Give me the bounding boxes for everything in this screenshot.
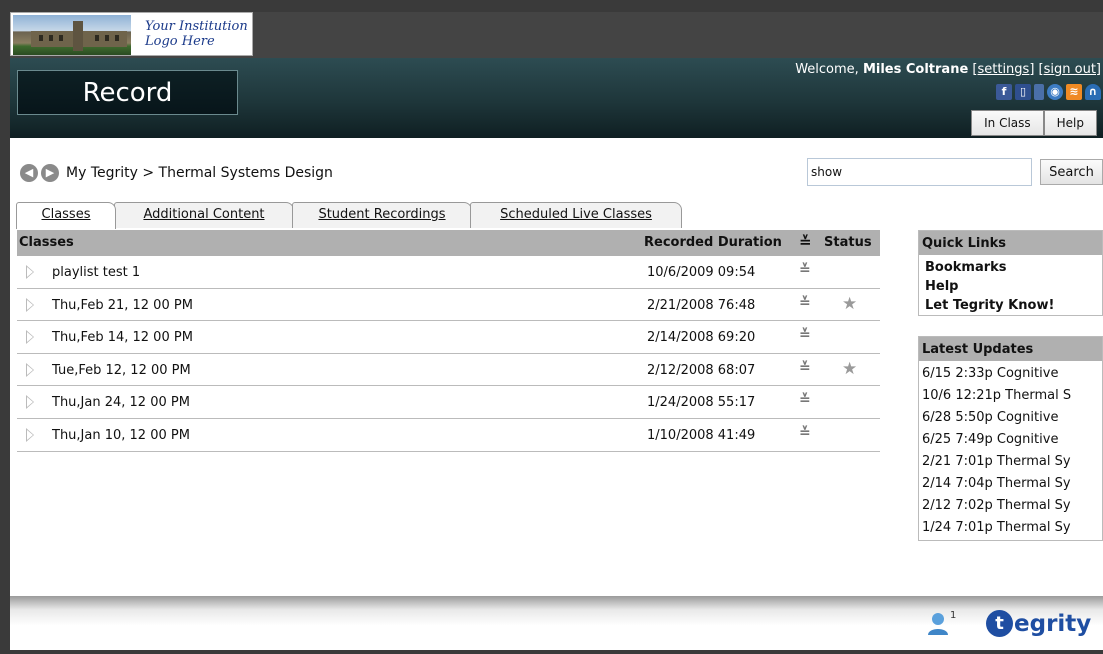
- signout-link[interactable]: [sign out]: [1039, 62, 1101, 77]
- header-recorded-duration[interactable]: Recorded Duration: [644, 235, 782, 250]
- footer: 1 t egrity: [10, 596, 1103, 650]
- header-status[interactable]: Status: [824, 235, 872, 250]
- tab-classes[interactable]: Classes: [16, 202, 116, 229]
- download-icon[interactable]: ≚: [799, 262, 811, 278]
- recorded-duration: 1/10/2008 41:49: [647, 427, 756, 443]
- quick-link-help[interactable]: Help: [919, 277, 1102, 296]
- update-item[interactable]: 6/15 2:33p Cognitive: [919, 363, 1102, 385]
- tegrity-logo-mark: t: [986, 610, 1013, 637]
- update-item[interactable]: 6/28 5:50p Cognitive: [919, 407, 1102, 429]
- download-icon[interactable]: ≚: [799, 425, 811, 441]
- breadcrumb-text[interactable]: My Tegrity > Thermal Systems Design: [66, 165, 333, 181]
- class-title[interactable]: Thu,Jan 24, 12 00 PM: [52, 395, 190, 410]
- mobile-icon[interactable]: [1034, 84, 1044, 100]
- forward-icon[interactable]: ▶: [41, 164, 59, 182]
- star-icon[interactable]: ★: [842, 294, 857, 314]
- search-button[interactable]: Search: [1040, 159, 1103, 185]
- download-icon[interactable]: ≚: [799, 327, 811, 343]
- update-item[interactable]: 1/24 7:01p Thermal Sy: [919, 517, 1102, 539]
- download-icon[interactable]: ≚: [799, 360, 811, 376]
- quick-links-title: Quick Links: [919, 231, 1102, 255]
- expand-icon[interactable]: [26, 395, 34, 410]
- table-row[interactable]: Thu,Jan 10, 12 00 PM 1/10/2008 41:49 ≚: [17, 419, 880, 452]
- download-icon[interactable]: ≚: [799, 392, 811, 408]
- logo-text-line1: Your Institution: [145, 19, 248, 34]
- header-buttons: In Class Help: [971, 110, 1097, 136]
- table-row[interactable]: Thu,Feb 14, 12 00 PM 2/14/2008 69:20 ≚: [17, 321, 880, 354]
- institution-logo: Your Institution Logo Here: [10, 12, 253, 56]
- tab-scheduled-live-classes[interactable]: Scheduled Live Classes: [470, 202, 682, 228]
- recorded-duration: 2/21/2008 76:48: [647, 297, 756, 313]
- update-item[interactable]: 2/12 7:02p Thermal Sy: [919, 495, 1102, 517]
- latest-updates-title: Latest Updates: [919, 337, 1102, 361]
- recorded-duration: 10/6/2009 09:54: [647, 265, 756, 280]
- table-row[interactable]: Tue,Feb 12, 12 00 PM 2/12/2008 68:07 ≚ ★: [17, 354, 880, 387]
- main-content: ◀ ▶ My Tegrity > Thermal Systems Design …: [10, 138, 1103, 596]
- table-body: playlist test 1 10/6/2009 09:54 ≚ Thu,Feb 2…: [17, 256, 880, 452]
- page-title: Record: [17, 70, 238, 115]
- headphones-icon[interactable]: ∩: [1085, 84, 1101, 100]
- logo-photo: [13, 15, 131, 55]
- logo-text: Your Institution Logo Here: [145, 19, 248, 49]
- class-title[interactable]: playlist test 1: [52, 265, 140, 280]
- welcome-prefix: Welcome,: [795, 62, 859, 77]
- star-icon[interactable]: ★: [842, 359, 857, 379]
- breadcrumb: ◀ ▶ My Tegrity > Thermal Systems Design: [20, 164, 333, 182]
- update-item[interactable]: 10/6 12:21p Thermal S: [919, 385, 1102, 407]
- header-band: Record Welcome, Miles Coltrane [settings…: [10, 58, 1103, 138]
- table-row[interactable]: playlist test 1 10/6/2009 09:54 ≚: [17, 256, 880, 289]
- quick-links-panel: Quick Links Bookmarks Help Let Tegrity K…: [918, 230, 1103, 316]
- help-button[interactable]: Help: [1043, 110, 1097, 136]
- class-title[interactable]: Thu,Feb 14, 12 00 PM: [52, 330, 193, 345]
- expand-icon[interactable]: [26, 265, 34, 279]
- class-title[interactable]: Tue,Feb 12, 12 00 PM: [52, 363, 191, 378]
- table-row[interactable]: Thu,Jan 24, 12 00 PM 1/24/2008 55:17 ≚: [17, 386, 880, 419]
- recorded-duration: 2/14/2008 69:20: [647, 330, 756, 346]
- tab-additional-content[interactable]: Additional Content: [114, 202, 294, 228]
- rss-icon[interactable]: ≋: [1066, 84, 1082, 100]
- welcome-text: Welcome, Miles Coltrane [settings] [sign…: [795, 62, 1101, 77]
- logo-text-line2: Logo Here: [145, 34, 215, 49]
- classes-table: Classes Recorded Duration ≚ Status playl…: [17, 230, 880, 452]
- update-item[interactable]: 2/21 7:01p Thermal Sy: [919, 451, 1102, 473]
- download-icon[interactable]: ≚: [799, 295, 811, 311]
- latest-updates-panel: Latest Updates 6/15 2:33p Cognitive 10/6…: [918, 336, 1103, 541]
- expand-icon[interactable]: [26, 427, 34, 442]
- download-all-icon[interactable]: ≚: [799, 233, 812, 251]
- class-title[interactable]: Thu,Jan 10, 12 00 PM: [52, 428, 190, 443]
- users-online-icon[interactable]: [927, 612, 949, 636]
- social-icons: f ▯ ◉ ≋ ∩: [996, 84, 1101, 102]
- user-name: Miles Coltrane: [862, 62, 969, 77]
- expand-icon[interactable]: [26, 330, 34, 345]
- quick-link-bookmarks[interactable]: Bookmarks: [919, 258, 1102, 277]
- expand-icon[interactable]: [26, 297, 34, 312]
- tab-student-recordings[interactable]: Student Recordings: [292, 202, 472, 228]
- recorded-duration: 1/24/2008 55:17: [647, 395, 756, 411]
- in-class-button[interactable]: In Class: [971, 110, 1044, 136]
- phone-icon[interactable]: ▯: [1015, 84, 1031, 100]
- tegrity-logo: t egrity: [986, 610, 1091, 637]
- update-item[interactable]: 2/14 7:04p Thermal Sy: [919, 473, 1102, 495]
- table-header: Classes Recorded Duration ≚ Status: [17, 230, 880, 256]
- settings-link[interactable]: [settings]: [972, 62, 1034, 77]
- table-row[interactable]: Thu,Feb 21, 12 00 PM 2/21/2008 76:48 ≚ ★: [17, 289, 880, 322]
- recorded-duration: 2/12/2008 68:07: [647, 362, 756, 378]
- back-icon[interactable]: ◀: [20, 164, 38, 182]
- update-item[interactable]: 6/25 7:49p Cognitive: [919, 429, 1102, 451]
- search-input[interactable]: [807, 158, 1032, 186]
- expand-icon[interactable]: [26, 362, 34, 377]
- top-bar: Your Institution Logo Here: [10, 12, 1103, 58]
- tegrity-logo-text: egrity: [1014, 610, 1092, 637]
- globe-icon[interactable]: ◉: [1047, 84, 1063, 100]
- class-title[interactable]: Thu,Feb 21, 12 00 PM: [52, 298, 193, 313]
- header-classes[interactable]: Classes: [19, 235, 74, 250]
- facebook-icon[interactable]: f: [996, 84, 1012, 100]
- quick-link-let-tegrity-know[interactable]: Let Tegrity Know!: [919, 296, 1102, 315]
- users-online-count: 1: [950, 610, 957, 621]
